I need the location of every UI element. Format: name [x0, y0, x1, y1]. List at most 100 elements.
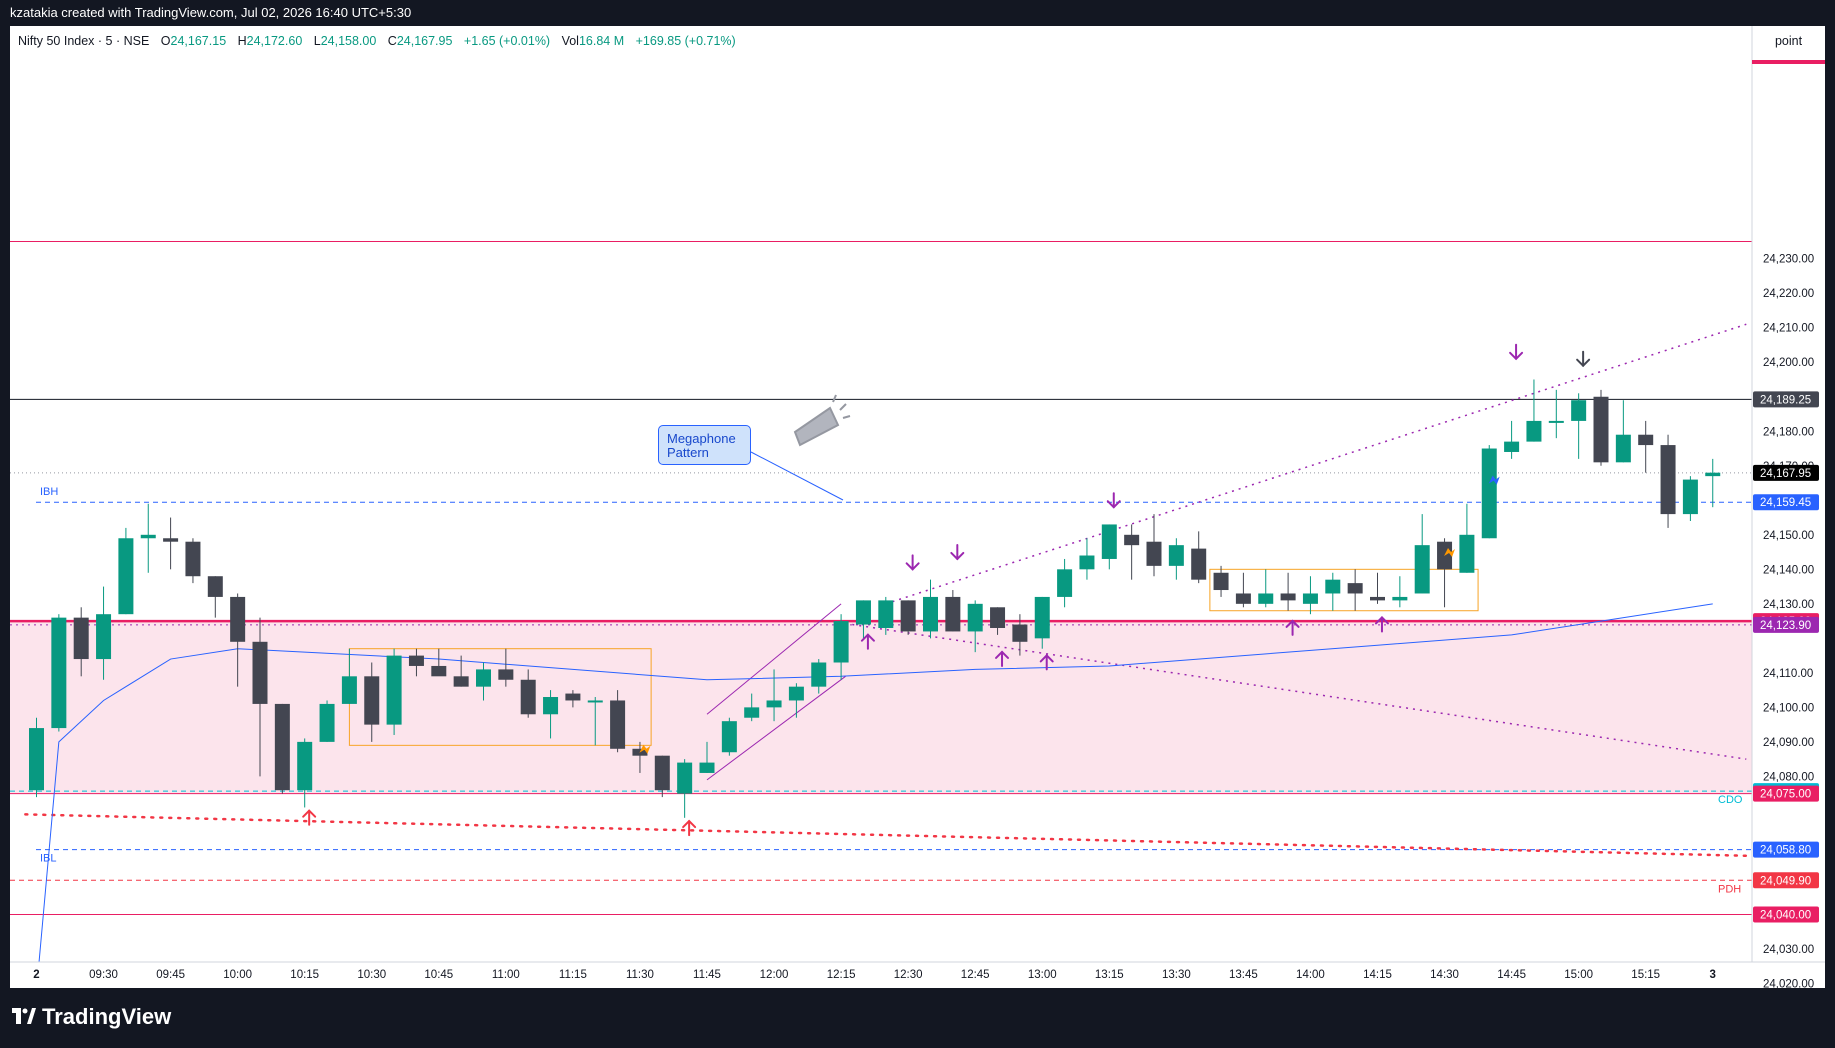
footer-bar: [0, 988, 1835, 1048]
x-tick-label: 12:15: [827, 969, 856, 981]
legend-symbol[interactable]: Nifty 50 Index · 5 · NSE: [18, 34, 149, 48]
consolidation-box-1: [1209, 568, 1479, 612]
candle-body: [1660, 445, 1676, 515]
candle-body: [788, 686, 804, 701]
scale-accent-bar: [1752, 60, 1825, 64]
candle-body: [51, 617, 67, 729]
x-tick-label: 13:00: [1028, 969, 1057, 981]
level-label-pdh: PDH: [1718, 883, 1741, 895]
legend-close-value: 24,167.95: [396, 34, 453, 48]
candle-body: [654, 755, 670, 791]
candle-body: [1392, 596, 1408, 601]
callout-line-1: Megaphone: [667, 431, 736, 446]
candle-body: [543, 697, 559, 715]
candle-body: [900, 600, 916, 632]
legend-close-label: C: [387, 34, 397, 48]
candle-body: [73, 617, 89, 660]
megaphone-pattern-callout[interactable]: Megaphone Pattern: [658, 425, 751, 465]
candle-body: [453, 676, 469, 687]
candle-body: [1146, 541, 1162, 566]
candle-body: [29, 728, 44, 791]
price-tag: 24,123.90: [1760, 620, 1811, 632]
candle-body: [1504, 441, 1520, 452]
candle-body: [185, 541, 201, 577]
candle-body: [1370, 596, 1385, 601]
legend-low-label: L: [313, 34, 321, 48]
candle-body: [118, 538, 134, 615]
candle-body: [833, 621, 849, 663]
legend-volume-change: +169.85 (+0.71%): [635, 34, 736, 48]
price-scale-unit[interactable]: point: [1752, 30, 1825, 60]
y-tick-label: 24,130.00: [1763, 599, 1814, 611]
x-tick-label: 11:30: [626, 969, 654, 981]
candle-body: [677, 762, 693, 794]
candle-body: [1548, 420, 1564, 423]
candle-body: [230, 596, 246, 642]
price-tag: 24,159.45: [1760, 497, 1811, 509]
candlestick-chart[interactable]: IBHCDOIBLPDH24,020.0024,030.0024,040.002…: [0, 0, 1835, 1048]
candle-body: [990, 607, 1006, 628]
level-label-ibh: IBH: [40, 486, 58, 498]
candle-body: [319, 703, 335, 742]
x-tick-label: 10:00: [223, 969, 252, 981]
candle-body: [1302, 593, 1318, 604]
y-tick-label: 24,220.00: [1763, 288, 1814, 300]
legend-low-value: 24,158.00: [320, 34, 377, 48]
candle-body: [945, 596, 961, 632]
candle-body: [744, 707, 760, 718]
candle-body: [498, 669, 514, 680]
candle-body: [1057, 569, 1073, 597]
x-tick-label: 11:45: [693, 969, 721, 981]
x-tick-label: 14:45: [1497, 969, 1526, 981]
price-tag: 24,189.25: [1760, 394, 1811, 406]
signal-arrow-down-icon: [1576, 350, 1591, 368]
price-tag: 24,167.95: [1760, 468, 1811, 480]
legend-change: +1.65 (+0.01%): [463, 34, 551, 48]
x-tick-label: 11:00: [492, 969, 520, 981]
x-tick-label: 10:45: [424, 969, 453, 981]
signal-arrow-down-icon: [950, 543, 965, 561]
candle-body: [1168, 545, 1184, 566]
candle-body: [1593, 396, 1609, 463]
candle-body: [1481, 448, 1497, 539]
x-tick-label: 15:15: [1631, 969, 1660, 981]
candle-body: [431, 665, 447, 677]
candle-body: [766, 700, 782, 708]
candle-body: [1414, 545, 1430, 594]
callout-connector: [750, 451, 844, 501]
candle-body: [1347, 583, 1363, 594]
candle-body: [967, 603, 983, 632]
candle-body: [386, 655, 402, 725]
candle-body: [721, 721, 737, 753]
x-tick-label: 12:00: [760, 969, 789, 981]
candle-body: [1571, 400, 1587, 421]
x-tick-label: 09:45: [156, 969, 185, 981]
candle-body: [96, 614, 112, 660]
legend-high-label: H: [237, 34, 247, 48]
x-tick-label: 2: [33, 969, 39, 981]
y-tick-label: 24,080.00: [1763, 771, 1814, 783]
tradingview-logo-icon: [12, 1008, 36, 1024]
legend-open-value: 24,167.15: [170, 34, 227, 48]
candle-body: [297, 741, 313, 791]
candle-body: [1459, 534, 1475, 573]
legend-volume-label: Vol: [561, 34, 579, 48]
candle-body: [1034, 596, 1050, 639]
trendline-1: [885, 323, 1747, 605]
x-tick-label: 13:15: [1095, 969, 1124, 981]
x-tick-label: 13:30: [1162, 969, 1191, 981]
legend-open-label: O: [160, 34, 171, 48]
signal-arrow-up-icon: [682, 819, 697, 837]
candle-body: [1615, 434, 1631, 463]
y-tick-label: 24,090.00: [1763, 737, 1814, 749]
candle-body: [587, 700, 603, 703]
x-tick-label: 14:30: [1430, 969, 1459, 981]
y-tick-label: 24,230.00: [1763, 254, 1814, 266]
candle-body: [1280, 593, 1296, 601]
candle-body: [1638, 434, 1654, 446]
price-tag: 24,049.90: [1760, 875, 1811, 887]
candle-body: [699, 762, 715, 773]
x-tick-label: 10:30: [357, 969, 386, 981]
candle-body: [1258, 593, 1274, 604]
candle-body: [252, 641, 268, 704]
